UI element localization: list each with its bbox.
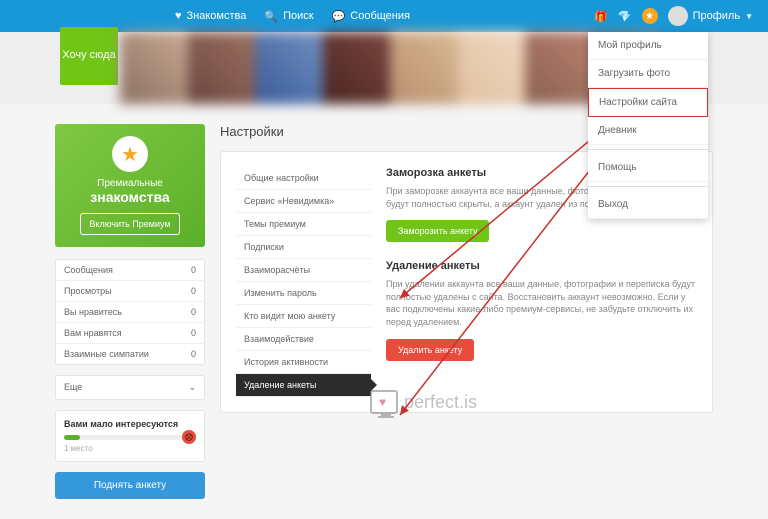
snav-payments[interactable]: Взаиморасчёты — [236, 259, 371, 282]
dropdown-site-settings[interactable]: Настройки сайта — [588, 88, 708, 117]
delete-section: Удаление анкеты При удалении аккаунта вс… — [386, 260, 697, 360]
want-here-button[interactable]: Хочу сюда — [60, 27, 118, 85]
dropdown-help[interactable]: Помощь — [588, 154, 708, 182]
heart-icon: ♥ — [175, 10, 182, 22]
stat-messages[interactable]: Сообщения0 — [56, 260, 204, 281]
delete-button[interactable]: Удалить анкету — [386, 339, 474, 361]
gift-icon[interactable]: 🎁 — [594, 10, 608, 23]
snav-activity[interactable]: История активности — [236, 351, 371, 374]
stat-you-liked[interactable]: Вы нравитесь0 — [56, 302, 204, 323]
star-icon[interactable]: ★ — [642, 8, 658, 24]
profile-menu-button[interactable]: Профиль ▼ — [668, 6, 753, 26]
stat-likes-you[interactable]: Вам нравятся0 — [56, 323, 204, 344]
star-icon: ★ — [112, 136, 148, 172]
snav-general[interactable]: Общие настройки — [236, 167, 371, 190]
avatar — [668, 6, 688, 26]
raise-profile-button[interactable]: Поднять анкету — [55, 472, 205, 499]
more-button[interactable]: Еще⌄ — [55, 375, 205, 400]
watermark: ♥ perfect.is — [370, 390, 477, 414]
dropdown-my-profile[interactable]: Мой профиль — [588, 32, 708, 60]
dropdown-diary[interactable]: Дневник — [588, 117, 708, 145]
settings-nav: Общие настройки Сервис «Невидимка» Темы … — [236, 167, 371, 397]
snav-invisible[interactable]: Сервис «Невидимка» — [236, 190, 371, 213]
sad-face-icon: ☹ — [182, 430, 196, 444]
snav-delete[interactable]: Удаление анкеты — [236, 374, 371, 397]
enable-premium-button[interactable]: Включить Премиум — [80, 213, 179, 235]
dropdown-logout[interactable]: Выход — [588, 191, 708, 219]
stat-views[interactable]: Просмотры0 — [56, 281, 204, 302]
profile-dropdown: Мой профиль Загрузить фото Настройки сай… — [588, 32, 708, 219]
nav-search[interactable]: 🔍Поиск — [264, 10, 313, 23]
search-icon: 🔍 — [264, 10, 278, 23]
chat-icon: 💬 — [332, 10, 346, 23]
interest-box: Вами мало интересуются ☹ 1 место — [55, 410, 205, 462]
chevron-down-icon: ▼ — [745, 12, 753, 21]
premium-box: ★ Премиальные знакомства Включить Премиу… — [55, 124, 205, 247]
freeze-button[interactable]: Заморозить анкету — [386, 220, 489, 242]
snav-themes[interactable]: Темы премиум — [236, 213, 371, 236]
snav-password[interactable]: Изменить пароль — [236, 282, 371, 305]
nav-messages[interactable]: 💬Сообщения — [332, 10, 410, 23]
snav-visibility[interactable]: Кто видит мою анкету — [236, 305, 371, 328]
chevron-down-icon: ⌄ — [188, 382, 196, 393]
snav-subscriptions[interactable]: Подписки — [236, 236, 371, 259]
stats-box: Сообщения0 Просмотры0 Вы нравитесь0 Вам … — [55, 259, 205, 365]
nav-dating[interactable]: ♥Знакомства — [175, 10, 246, 23]
monitor-icon: ♥ — [370, 390, 398, 414]
snav-interaction[interactable]: Взаимодействие — [236, 328, 371, 351]
dropdown-upload-photo[interactable]: Загрузить фото — [588, 60, 708, 88]
stat-mutual[interactable]: Взаимные симпатии0 — [56, 344, 204, 364]
diamond-icon[interactable]: 💎 — [618, 10, 632, 23]
